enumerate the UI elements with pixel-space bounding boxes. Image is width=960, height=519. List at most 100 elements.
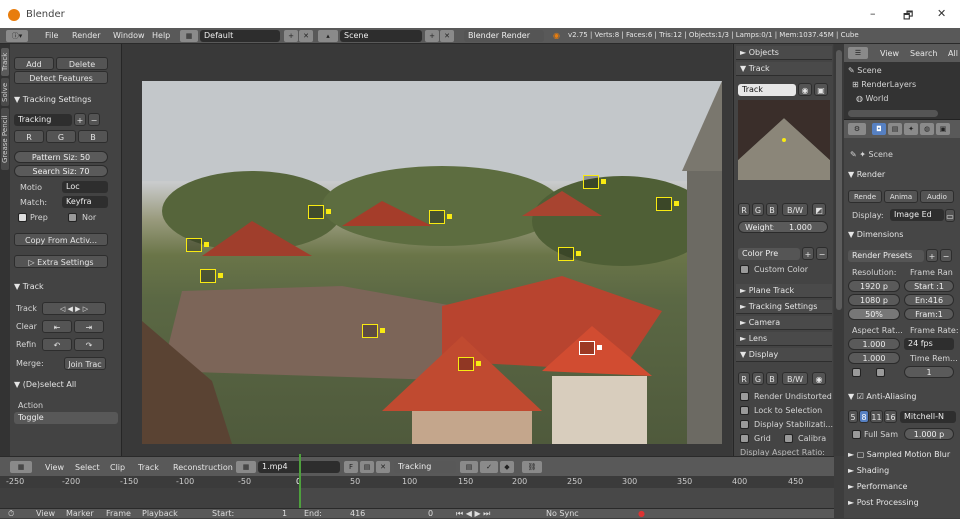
render-undistorted-checkbox[interactable] [740,392,749,401]
tab-grease-pencil[interactable]: Grease Pencil [1,108,9,170]
current-frame-value[interactable]: 0 [428,509,433,518]
preview-alpha-icon[interactable]: ◩ [812,203,826,216]
display-bw-button[interactable]: B/W [782,372,808,385]
clip-menu-clip[interactable]: Clip [110,463,125,472]
clip-menu-select[interactable]: Select [75,463,100,472]
track-marker[interactable] [186,238,209,252]
menu-window[interactable]: Window [113,31,145,40]
channel-g-button[interactable]: G [46,130,76,143]
fake-user-button[interactable]: F [344,461,358,473]
calibration-checkbox[interactable] [784,434,793,443]
frame-ruler[interactable]: -250 -200 -150 -100 -50 0 50 100 150 200… [0,476,834,488]
properties-editor-icon[interactable]: ⚙ [848,123,866,135]
aa-samples-8-button[interactable]: 8 [859,410,869,423]
preview-channel-g[interactable]: G [752,203,764,216]
outliner-all-menu[interactable]: All [948,49,958,58]
add-scene-icon[interactable]: + [425,30,439,42]
display-select[interactable]: Image Ed [890,209,944,221]
world-tab-icon[interactable]: ◍ [920,123,934,135]
copy-from-active-button[interactable]: Copy From Activ... [14,233,108,246]
close-button[interactable]: ✕ [937,7,946,20]
display-channel-r[interactable]: R [738,372,750,385]
camera-panel-header[interactable]: ► Camera [736,316,832,330]
time-remap-field[interactable]: 1 [904,366,954,378]
aa-samples-5-button[interactable]: 5 [848,410,858,423]
maximize-button[interactable]: 🗗 [903,7,913,26]
menu-file[interactable]: File [45,31,58,40]
aspect-x-field[interactable]: 1.000 [848,338,900,350]
join-tracks-button[interactable]: Join Trac [64,357,106,370]
track-name-field[interactable]: Track [738,84,796,96]
search-size-field[interactable]: Search Siz: 70 [14,165,108,177]
playhead[interactable] [299,454,301,508]
outliner-search-menu[interactable]: Search [910,49,937,58]
frame-step-field[interactable]: Fram:1 [904,308,954,320]
border-checkbox[interactable] [852,368,861,377]
tracking-settings-panel-header[interactable]: ► Tracking Settings [736,300,832,314]
tracking-preset-select[interactable]: Tracking [14,114,72,126]
animation-button[interactable]: Anima [884,190,918,203]
object-tab-icon[interactable]: ▣ [936,123,950,135]
add-color-preset-icon[interactable]: + [802,247,814,260]
eye-icon[interactable]: ◉ [798,83,812,96]
motion-blur-panel-header[interactable]: ► ▢ Sampled Motion Blur [848,450,950,459]
timeline-menu-marker[interactable]: Marker [66,509,94,518]
weight-field[interactable]: 1.000 [774,221,828,233]
timeline-menu-playback[interactable]: Playback [142,509,178,518]
preview-channel-b[interactable]: B [766,203,778,216]
render-tab-icon[interactable]: ◘ [872,123,886,135]
mode-select[interactable]: Tracking [394,461,456,473]
timeline-menu-view[interactable]: View [36,509,55,518]
screen-layout-icon[interactable]: ▦ [180,30,198,42]
clip-unlink-icon[interactable]: ✕ [376,461,390,473]
footage-frame[interactable] [142,81,722,444]
display-channel-g[interactable]: G [752,372,764,385]
custom-color-checkbox[interactable] [740,265,749,274]
remove-color-preset-icon[interactable]: − [816,247,828,260]
view-mode-icon[interactable]: ▤ [460,461,478,473]
plane-track-panel-header[interactable]: ► Plane Track [736,284,832,298]
minimize-button[interactable]: – [870,7,876,20]
clip-menu-track[interactable]: Track [138,463,159,472]
resolution-y-field[interactable]: 1080 p [848,294,900,306]
color-preset-select[interactable]: Color Pre [738,248,800,260]
render-presets-select[interactable]: Render Presets [848,250,924,262]
objects-panel-header[interactable]: ► Objects [736,46,832,60]
motion-select[interactable]: Loc [62,181,108,193]
full-sample-checkbox[interactable] [852,430,861,439]
overlay-icon[interactable]: ◆ [500,461,514,473]
frame-end-field[interactable]: En:416 [904,294,954,306]
timeline-area[interactable] [0,454,834,508]
active-track-marker[interactable] [579,341,602,355]
lock-selection-icon[interactable]: ⛓ [522,461,542,473]
start-value[interactable]: 1 [282,509,287,518]
audio-button[interactable]: Audio [920,190,954,203]
render-panel-header[interactable]: ▼ Render [848,170,885,179]
track-marker[interactable] [583,175,606,189]
tracking-settings-header[interactable]: ▼ Tracking Settings [14,95,91,104]
track-marker[interactable] [558,247,581,261]
remove-render-preset-icon[interactable]: − [940,249,952,262]
render-button[interactable]: Rende [848,190,882,203]
track-marker[interactable] [308,205,331,219]
display-panel-header[interactable]: ▼ Display [736,348,832,362]
sync-select[interactable]: No Sync [546,509,579,518]
preview-channel-r[interactable]: R [738,203,750,216]
panel-scrollbar[interactable] [834,44,844,456]
lock-icon[interactable]: ▣ [814,83,828,96]
track-marker[interactable] [656,197,679,211]
resolution-percent-slider[interactable]: 50% [848,308,900,320]
resolution-x-field[interactable]: 1920 p [848,280,900,292]
timeline-menu-frame[interactable]: Frame [106,509,131,518]
refine-forward-button[interactable]: ↷ [74,338,104,351]
track-marker[interactable] [362,324,385,338]
record-icon[interactable]: ● [638,509,645,518]
display-channel-b[interactable]: B [766,372,778,385]
preview-bw-button[interactable]: B/W [782,203,808,216]
frame-rate-select[interactable]: 24 fps [904,338,954,350]
lock-to-selection-checkbox[interactable] [740,406,749,415]
outliner-editor-icon[interactable]: ☰ [848,47,868,59]
scene-field[interactable]: Scene [340,30,422,42]
display-stabilization-checkbox[interactable] [740,420,749,429]
remove-scene-icon[interactable]: ✕ [440,30,454,42]
